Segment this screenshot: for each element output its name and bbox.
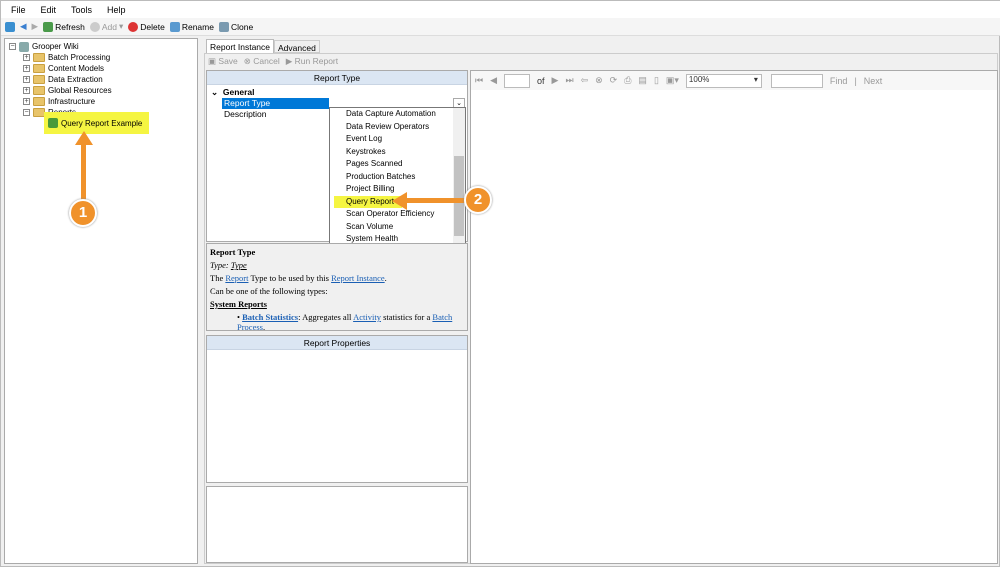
description-panel <box>206 486 468 563</box>
delete-button[interactable]: Delete <box>128 21 165 32</box>
main-toolbar: ◀ ▶ Refresh Add ▾ Delete Rename Clone <box>1 18 1000 36</box>
add-icon <box>89 21 100 32</box>
link-report-instance[interactable]: Report Instance <box>331 273 385 283</box>
back-icon[interactable]: ⇦ <box>581 75 589 86</box>
clone-icon <box>218 21 229 32</box>
tab-strip: Report Instance Advanced <box>206 39 320 53</box>
find-input[interactable] <box>770 73 823 88</box>
stop-icon[interactable]: ⊗ <box>595 75 603 86</box>
layout-icon[interactable]: ▤ <box>638 75 647 86</box>
report-properties-panel: Report Properties <box>206 335 468 483</box>
tree-item[interactable]: + Global Resources <box>23 85 112 96</box>
back-icon[interactable]: ◀ <box>20 21 27 32</box>
menu-file[interactable]: File <box>11 5 26 15</box>
zoom-select[interactable]: 100% ▾ <box>685 73 762 88</box>
database-icon <box>19 41 29 52</box>
save-button[interactable]: ▣ Save <box>208 56 238 67</box>
folder-icon <box>33 53 45 62</box>
folder-icon <box>33 75 45 84</box>
node-tree: − Grooper Wiki + Batch Processing + Content… <box>4 38 198 564</box>
clone-button[interactable]: Clone <box>218 21 253 32</box>
menu-tools[interactable]: Tools <box>71 5 92 15</box>
rename-icon <box>169 21 180 32</box>
arrowhead-icon <box>75 131 93 145</box>
report-type-dropdown[interactable]: Data Capture Automation Data Review Opera… <box>329 107 466 260</box>
callout-arrow-2 <box>406 198 466 203</box>
link-batch-statistics[interactable]: Batch Statistics <box>242 312 298 322</box>
dropdown-option[interactable]: Keystrokes <box>330 146 454 159</box>
tree-root[interactable]: − Grooper Wiki <box>9 41 79 52</box>
report-icon <box>48 118 58 128</box>
tab-advanced[interactable]: Advanced <box>274 40 320 53</box>
arrowhead-icon <box>392 192 407 210</box>
report-viewer: ⏮ ◀ of ▶ ⏭ ⇦ ⊗ ⟳ ⎙ ▤ ▯ ▣▾ 100% ▾ Find | Next <box>470 70 998 564</box>
first-page-icon[interactable]: ⏮ <box>475 75 483 86</box>
rename-button[interactable]: Rename <box>169 21 214 32</box>
dropdown-option[interactable]: Pages Scanned <box>330 158 454 171</box>
viewer-toolbar: ⏮ ◀ of ▶ ⏭ ⇦ ⊗ ⟳ ⎙ ▤ ▯ ▣▾ 100% ▾ Find | Next <box>471 71 997 90</box>
dropdown-option[interactable]: Production Batches <box>330 171 454 184</box>
refresh-icon <box>43 21 54 32</box>
report-properties-header: Report Properties <box>207 336 467 350</box>
find-button[interactable]: Find <box>830 76 848 86</box>
run-report-button[interactable]: ▶ Run Report <box>286 56 338 67</box>
menu-edit[interactable]: Edit <box>41 5 57 15</box>
delete-icon <box>128 21 139 32</box>
link-report[interactable]: Report <box>225 273 248 283</box>
prev-page-icon[interactable]: ◀ <box>490 75 497 86</box>
dropdown-scrollbar[interactable] <box>453 108 465 248</box>
property-grid-header: Report Type <box>207 71 467 85</box>
print-icon[interactable]: ⎙ <box>624 75 631 86</box>
layout-icon[interactable] <box>5 21 15 32</box>
refresh-icon[interactable]: ⟳ <box>610 75 618 86</box>
callout-badge-2: 2 <box>464 186 492 214</box>
add-button[interactable]: Add ▾ <box>89 21 123 32</box>
folder-icon <box>33 97 45 106</box>
folder-icon <box>33 64 45 73</box>
tree-item[interactable]: + Content Models <box>23 63 104 74</box>
callout-arrow-1 <box>81 141 86 201</box>
forward-icon[interactable]: ▶ <box>32 21 39 32</box>
next-page-icon[interactable]: ▶ <box>552 75 559 86</box>
instance-toolbar: ▣ Save ⊗ Cancel ▶ Run Report <box>208 56 338 67</box>
dropdown-option[interactable]: Data Capture Automation <box>330 108 454 121</box>
callout-badge-1: 1 <box>69 199 97 227</box>
page-input[interactable] <box>504 73 531 88</box>
dropdown-option[interactable]: Scan Volume <box>330 221 454 234</box>
page-setup-icon[interactable]: ▯ <box>654 75 659 86</box>
link-activity[interactable]: Activity <box>353 312 381 322</box>
refresh-button[interactable]: Refresh <box>43 21 85 32</box>
last-page-icon[interactable]: ⏭ <box>565 75 573 86</box>
tree-item[interactable]: + Infrastructure <box>23 96 95 107</box>
next-button[interactable]: Next <box>864 76 883 86</box>
tree-item[interactable]: + Data Extraction <box>23 74 103 85</box>
category-general[interactable]: ⌄ General <box>207 87 467 98</box>
tree-item-query-report-example[interactable]: Query Report Example <box>44 112 149 134</box>
menu-bar: File Edit Tools Help <box>1 1 1000 18</box>
tree-item[interactable]: + Batch Processing <box>23 52 110 63</box>
cancel-button[interactable]: ⊗ Cancel <box>244 56 280 67</box>
tab-report-instance[interactable]: Report Instance <box>206 39 275 53</box>
folder-icon <box>33 86 45 95</box>
export-icon[interactable]: ▣▾ <box>666 75 679 86</box>
dropdown-option[interactable]: Event Log <box>330 133 454 146</box>
menu-help[interactable]: Help <box>107 5 126 15</box>
help-pane: Report Type Type: Type The Report Type t… <box>206 243 468 331</box>
dropdown-option[interactable]: Data Review Operators <box>330 121 454 134</box>
